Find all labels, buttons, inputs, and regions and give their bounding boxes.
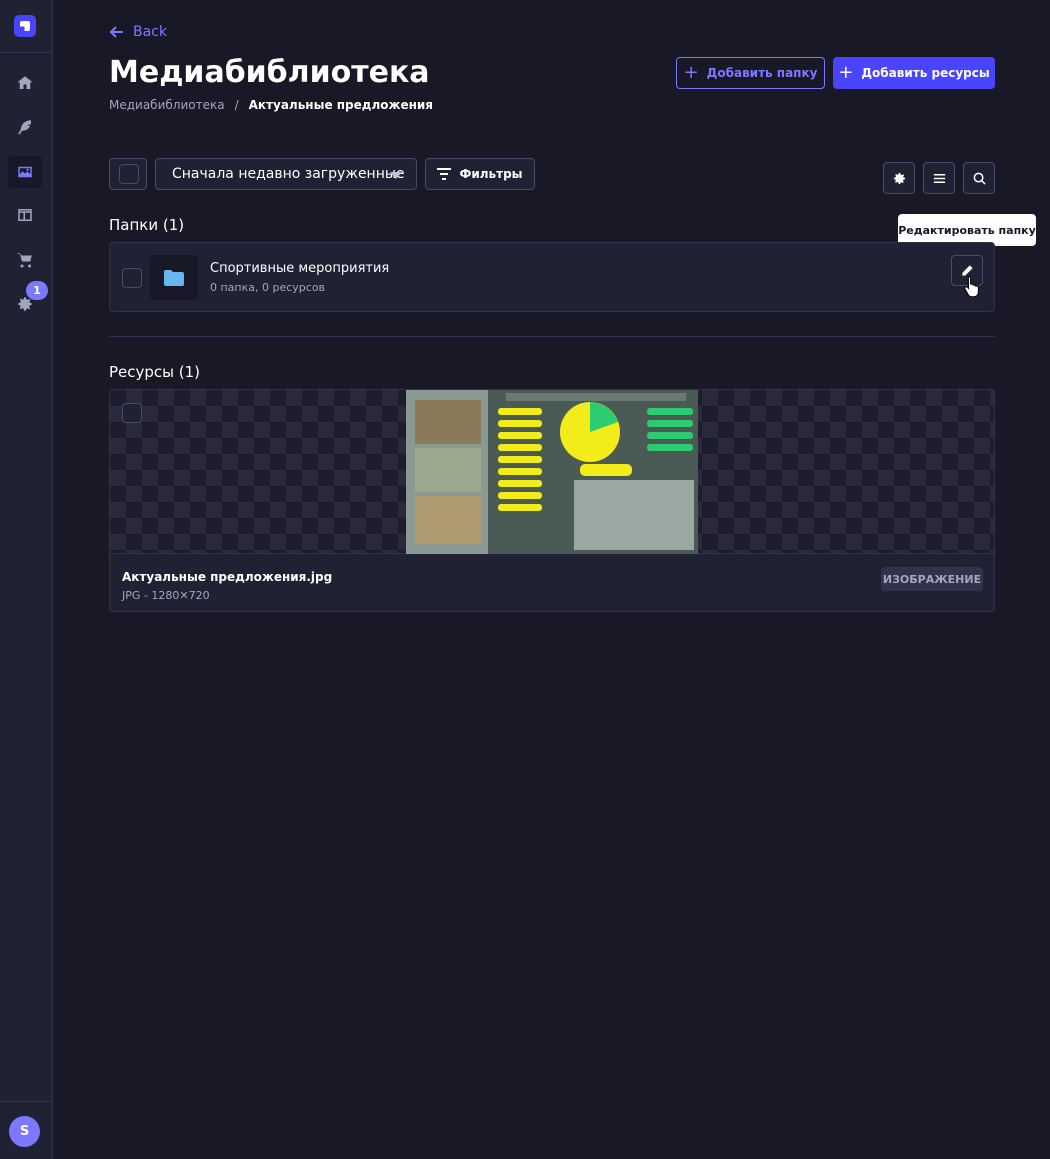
list-view-button[interactable] bbox=[923, 162, 955, 194]
cart-icon bbox=[17, 253, 32, 268]
folder-name[interactable]: Спортивные мероприятия bbox=[210, 261, 389, 276]
sidebar-item-media-library[interactable] bbox=[8, 156, 42, 188]
breadcrumb-current: Актуальные предложения bbox=[248, 98, 433, 112]
back-link[interactable]: Back bbox=[109, 24, 167, 40]
section-divider bbox=[109, 336, 995, 337]
sidebar-item-marketplace[interactable] bbox=[8, 244, 42, 276]
chevron-down-icon bbox=[390, 172, 402, 179]
asset-type-badge: ИЗОБРАЖЕНИЕ bbox=[881, 567, 983, 591]
asset-checkbox[interactable] bbox=[122, 403, 142, 423]
asset-card[interactable]: Актуальные предложения.jpg JPG - 1280✕72… bbox=[109, 389, 995, 612]
breadcrumb: Медиабиблиотека / Актуальные предложения bbox=[109, 98, 433, 112]
add-assets-label: Добавить ресурсы bbox=[861, 66, 990, 80]
sidebar-divider-bottom bbox=[0, 1101, 52, 1102]
folder-thumbnail bbox=[150, 255, 198, 300]
sidebar-divider bbox=[0, 52, 52, 53]
folder-card[interactable]: Спортивные мероприятия 0 папка, 0 ресурс… bbox=[109, 242, 995, 312]
folders-heading: Папки (1) bbox=[109, 216, 185, 234]
asset-preview[interactable] bbox=[110, 390, 994, 554]
asset-name: Актуальные предложения.jpg bbox=[122, 570, 333, 584]
main-sidebar: 1 S bbox=[0, 0, 53, 1159]
image-icon bbox=[18, 166, 32, 178]
plus-icon: + bbox=[838, 62, 854, 83]
asset-meta: JPG - 1280✕720 bbox=[122, 589, 210, 602]
add-folder-label: Добавить папку bbox=[706, 66, 818, 80]
breadcrumb-separator: / bbox=[234, 98, 239, 112]
layout-icon bbox=[18, 209, 32, 221]
hand-pointer-cursor-icon bbox=[964, 275, 979, 297]
add-assets-button[interactable]: + Добавить ресурсы bbox=[833, 57, 995, 89]
sidebar-item-content-types-builder[interactable] bbox=[8, 111, 42, 143]
search-icon bbox=[973, 172, 986, 185]
gear-icon bbox=[893, 172, 905, 184]
filter-icon bbox=[437, 168, 452, 180]
sort-select-value: Сначала недавно загруженные bbox=[172, 166, 405, 182]
assets-heading: Ресурсы (1) bbox=[109, 363, 201, 381]
asset-thumbnail-image bbox=[406, 390, 698, 554]
app-logo[interactable] bbox=[14, 15, 36, 37]
filters-label: Фильтры bbox=[459, 167, 523, 181]
settings-notification-badge: 1 bbox=[26, 281, 48, 300]
select-all-container bbox=[109, 158, 147, 190]
search-button[interactable] bbox=[963, 162, 995, 194]
folder-icon bbox=[164, 269, 184, 286]
sort-select[interactable]: Сначала недавно загруженные bbox=[155, 158, 417, 190]
sidebar-item-content-manager[interactable] bbox=[8, 199, 42, 231]
feather-icon bbox=[18, 120, 31, 135]
add-folder-button[interactable]: + Добавить папку bbox=[676, 57, 825, 89]
user-avatar[interactable]: S bbox=[9, 1116, 40, 1147]
house-icon bbox=[17, 76, 33, 89]
filters-button[interactable]: Фильтры bbox=[425, 158, 535, 190]
folder-meta: 0 папка, 0 ресурсов bbox=[210, 281, 326, 294]
arrow-left-icon bbox=[109, 26, 123, 38]
folder-checkbox[interactable] bbox=[122, 268, 142, 288]
select-all-checkbox[interactable] bbox=[119, 164, 139, 184]
breadcrumb-root[interactable]: Медиабиблиотека bbox=[109, 98, 225, 112]
plus-icon: + bbox=[683, 62, 699, 83]
back-link-label: Back bbox=[133, 24, 167, 40]
page-title: Медиабиблиотека bbox=[109, 55, 430, 90]
list-icon bbox=[933, 173, 945, 183]
sidebar-item-home[interactable] bbox=[8, 67, 42, 99]
settings-button[interactable] bbox=[883, 162, 915, 194]
